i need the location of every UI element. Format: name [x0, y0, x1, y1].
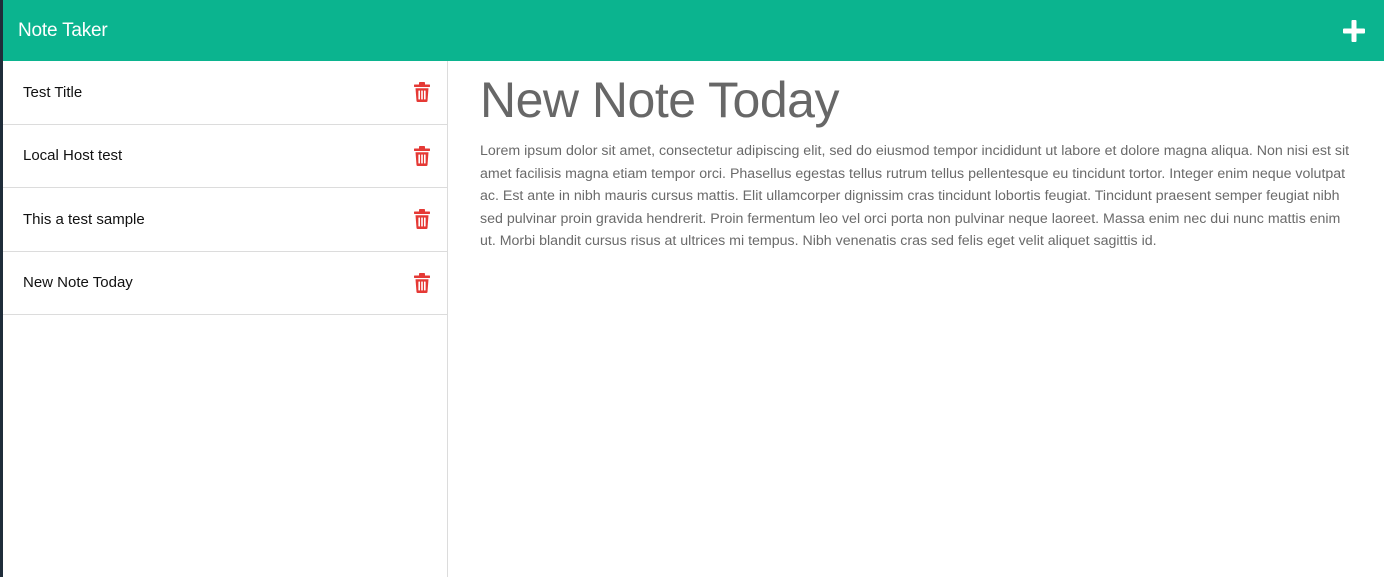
navbar: Note Taker	[3, 0, 1384, 61]
note-item-title: Local Host test	[23, 147, 123, 165]
app-window: Note Taker Test Title Local Host test Th…	[0, 0, 1384, 577]
note-list-item[interactable]: Test Title	[3, 61, 447, 125]
note-list: Test Title Local Host test This a test s…	[3, 61, 447, 315]
note-item-title: New Note Today	[23, 274, 133, 292]
note-body[interactable]: Lorem ipsum dolor sit amet, consectetur …	[480, 140, 1360, 253]
note-item-title: Test Title	[23, 83, 83, 101]
trash-icon[interactable]	[413, 82, 431, 103]
note-editor: New Note Today Lorem ipsum dolor sit ame…	[448, 61, 1384, 577]
trash-icon[interactable]	[413, 145, 431, 166]
note-list-item[interactable]: Local Host test	[3, 125, 447, 188]
note-item-title: This a test sample	[23, 210, 145, 228]
note-title[interactable]: New Note Today	[480, 73, 1360, 128]
content-area: Test Title Local Host test This a test s…	[3, 61, 1384, 577]
trash-icon[interactable]	[413, 272, 431, 293]
app-title[interactable]: Note Taker	[18, 20, 108, 42]
trash-icon[interactable]	[413, 209, 431, 230]
note-list-item[interactable]: New Note Today	[3, 252, 447, 315]
plus-icon[interactable]	[1340, 17, 1368, 45]
note-sidebar: Test Title Local Host test This a test s…	[3, 61, 448, 577]
note-list-item[interactable]: This a test sample	[3, 188, 447, 252]
